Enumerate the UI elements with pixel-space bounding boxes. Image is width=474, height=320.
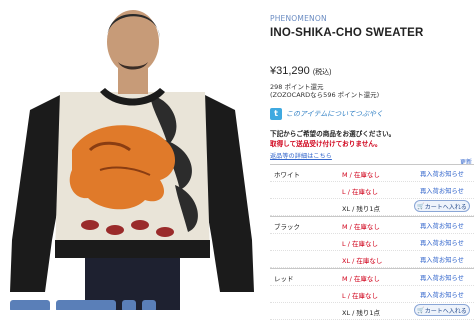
size-stock: L / 在庫なし [342, 240, 378, 248]
table-row: XL / 残り1点 🛒 カートへ入れる [270, 199, 474, 216]
table-row: L / 在庫なし 再入荷お知らせ [270, 182, 474, 199]
cart-icon: 🛒 [417, 306, 425, 314]
tax-label: (税込) [312, 69, 332, 76]
restock-notify-link[interactable]: 再入荷お知らせ [420, 169, 464, 178]
color-name: レッド [274, 275, 294, 283]
product-photo[interactable] [0, 0, 262, 310]
restock-notify-link[interactable]: 再入荷お知らせ [420, 290, 464, 299]
twitter-icon: t [270, 107, 282, 120]
variant-table: ホワイト M / 在庫なし 再入荷お知らせ L / 在庫なし 再入荷お知らせ X… [270, 164, 474, 320]
size-stock: XL / 在庫なし [342, 257, 383, 265]
size-stock: XL / 残り1点 [342, 205, 381, 213]
table-row: L / 在庫なし 再入荷お知らせ [270, 286, 474, 303]
size-stock: M / 在庫なし [342, 275, 380, 283]
cart-icon: 🛒 [417, 202, 425, 210]
thumbnail-button[interactable] [56, 300, 116, 310]
return-policy-link[interactable]: 返品等の詳細はこちら [270, 151, 332, 160]
color-name: ブラック [274, 223, 300, 231]
table-row: レッド M / 在庫なし 再入荷お知らせ [270, 269, 474, 286]
color-name: ホワイト [274, 171, 300, 179]
restock-notify-link[interactable]: 再入荷お知らせ [420, 255, 464, 264]
table-row: XL / 残り1点 🛒 カートへ入れる [270, 303, 474, 320]
restock-notify-link[interactable]: 再入荷お知らせ [420, 186, 464, 195]
color-group-red: レッド M / 在庫なし 再入荷お知らせ L / 在庫なし 再入荷お知らせ XL… [270, 268, 474, 320]
tweet-button[interactable]: t このアイテムについてつぶやく [270, 107, 383, 120]
color-group-white: ホワイト M / 在庫なし 再入荷お知らせ L / 在庫なし 再入荷お知らせ X… [270, 164, 474, 216]
instruction-text: 下記からご希望の商品をお選びください。 [270, 130, 396, 138]
table-row: ブラック M / 在庫なし 再入荷お知らせ [270, 217, 474, 234]
table-row: L / 在庫なし 再入荷お知らせ [270, 234, 474, 251]
brand-link[interactable]: PHENOMENON [270, 14, 327, 23]
add-to-cart-button[interactable]: 🛒 カートへ入れる [414, 304, 470, 316]
restock-notify-link[interactable]: 再入荷お知らせ [420, 238, 464, 247]
product-title: INO-SHIKA-CHO SWEATER [270, 27, 424, 39]
color-group-black: ブラック M / 在庫なし 再入荷お知らせ L / 在庫なし 再入荷お知らせ X… [270, 216, 474, 268]
restock-notify-link[interactable]: 再入荷お知らせ [420, 273, 464, 282]
restock-notify-link[interactable]: 再入荷お知らせ [420, 221, 464, 230]
size-stock: M / 在庫なし [342, 223, 380, 231]
price: ¥31,290 (税込) [270, 65, 332, 77]
product-info-panel: PHENOMENON INO-SHIKA-CHO SWEATER ¥31,290… [270, 0, 474, 320]
warning-text: 取得して送品受け付けておりません。 [270, 140, 382, 148]
size-stock: L / 在庫なし [342, 188, 378, 196]
add-to-cart-label: カートへ入れる [424, 307, 467, 315]
size-stock: M / 在庫なし [342, 171, 380, 179]
price-value: ¥31,290 [270, 65, 310, 77]
add-to-cart-button[interactable]: 🛒 カートへ入れる [414, 200, 470, 212]
thumbnail-button[interactable] [10, 300, 50, 310]
size-stock: XL / 残り1点 [342, 309, 381, 317]
model-wearing-sweater-image [10, 10, 254, 310]
photo-thumbnail-nav[interactable] [10, 300, 156, 310]
table-row: XL / 在庫なし 再入荷お知らせ [270, 251, 474, 268]
arrow-right-icon[interactable] [142, 300, 156, 310]
add-to-cart-label: カートへ入れる [424, 203, 467, 211]
arrow-left-icon[interactable] [122, 300, 136, 310]
tweet-label: このアイテムについてつぶやく [286, 109, 383, 118]
size-stock: L / 在庫なし [342, 292, 378, 300]
zozocard-points-text: (ZOZOCARDなら596 ポイント還元) [270, 91, 380, 99]
table-row: ホワイト M / 在庫なし 再入荷お知らせ [270, 165, 474, 182]
